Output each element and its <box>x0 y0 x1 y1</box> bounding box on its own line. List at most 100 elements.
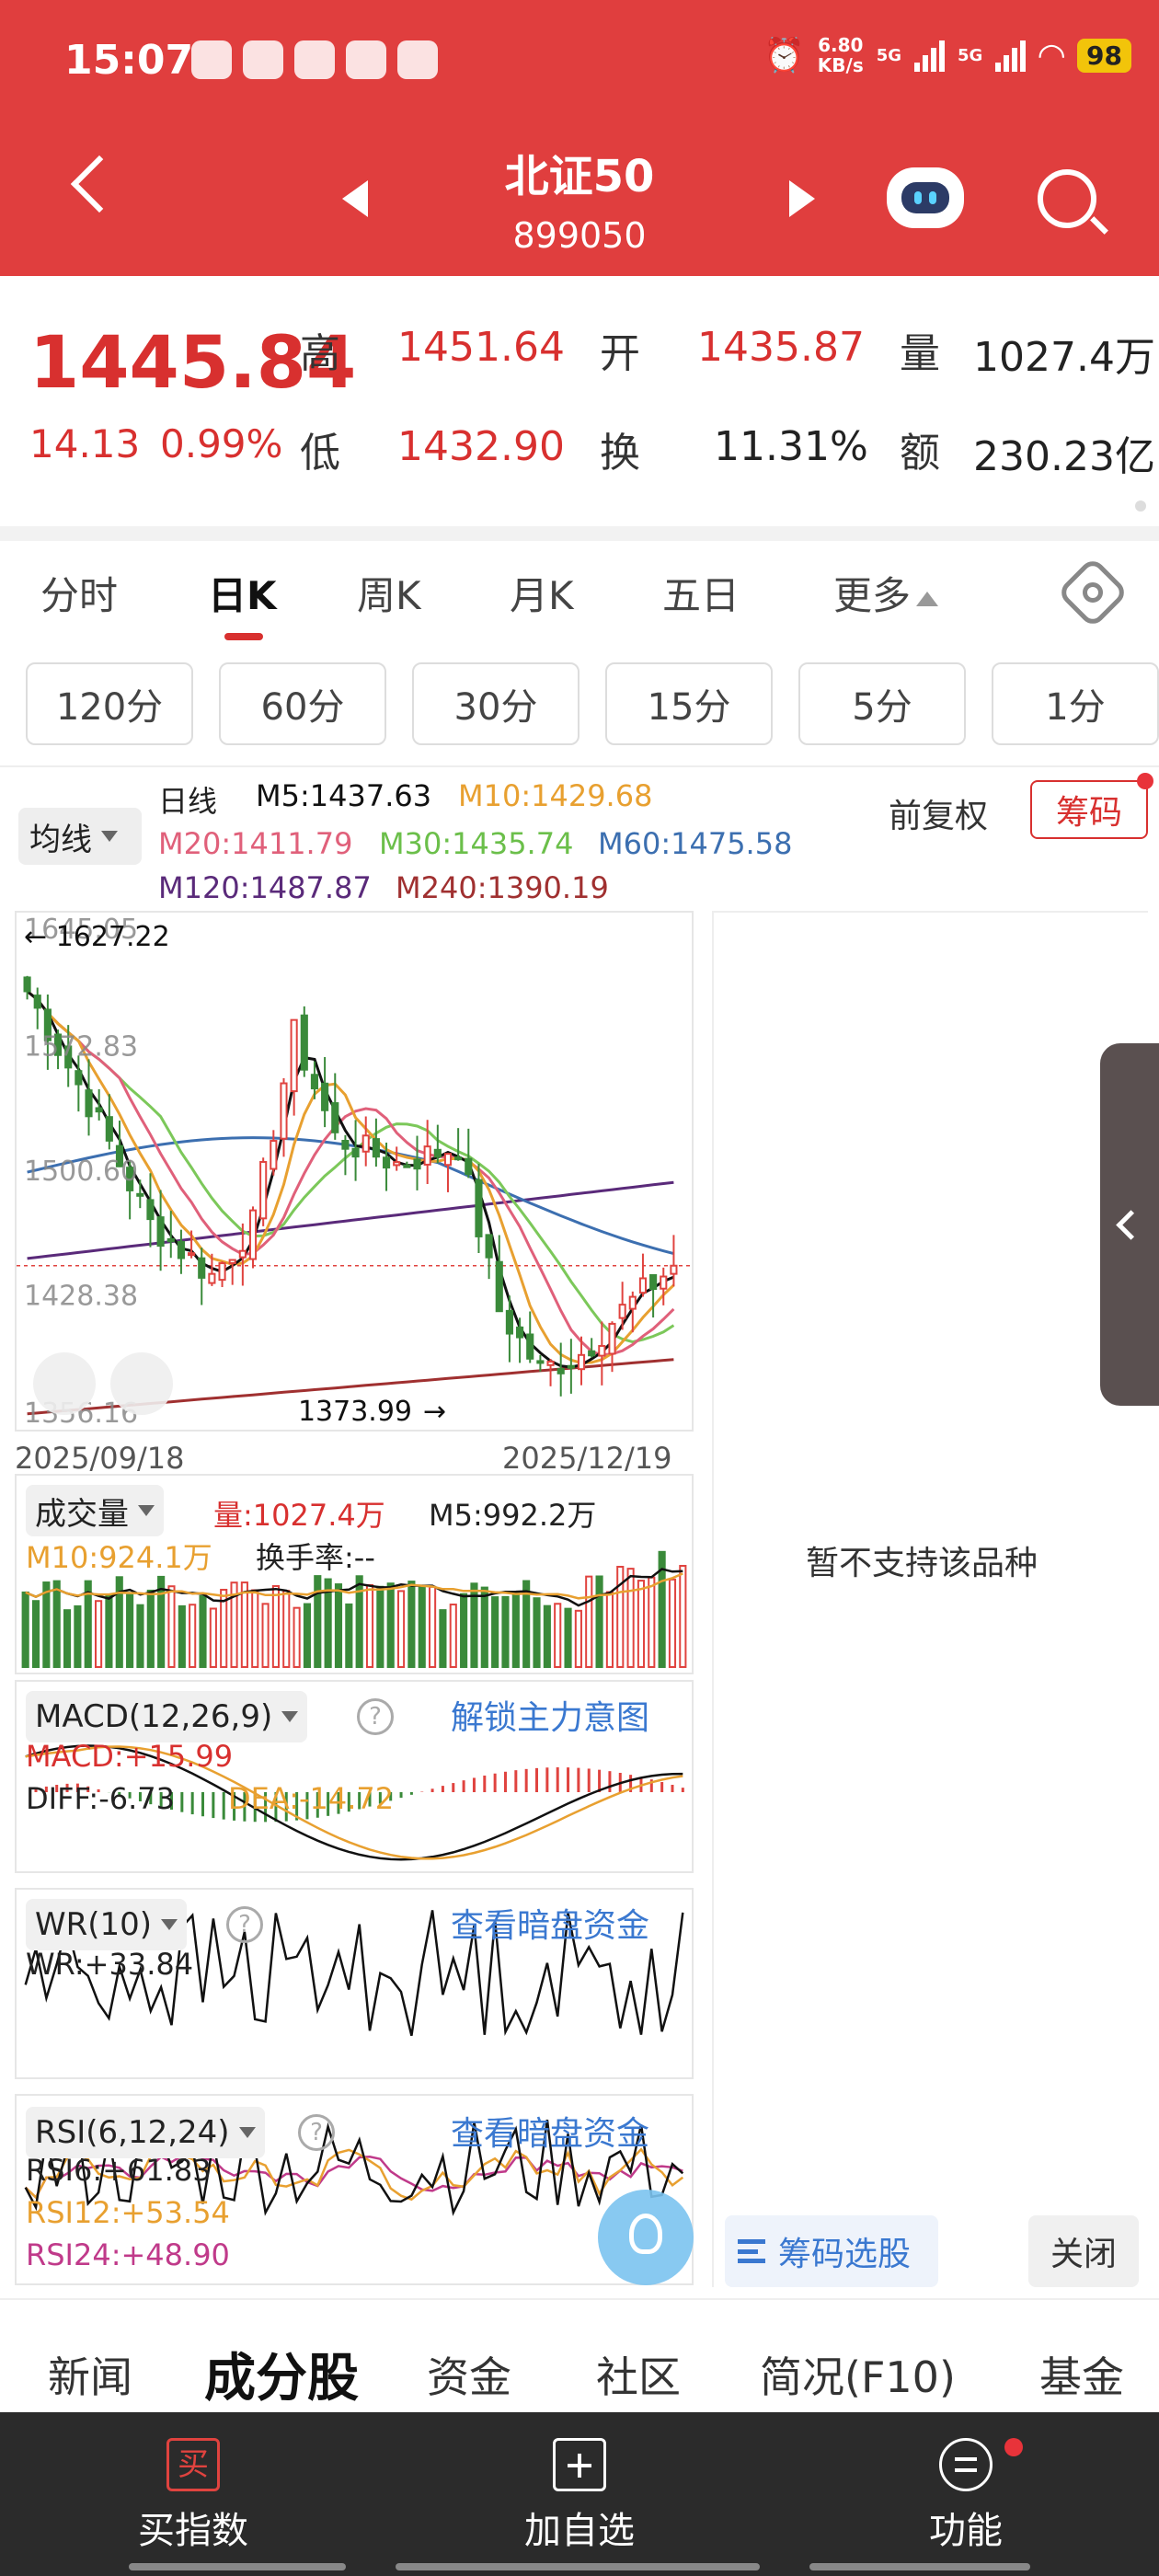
robot-assistant-icon[interactable] <box>887 167 964 228</box>
candle-body <box>156 1216 165 1248</box>
low-annotation: 1373.99 <box>298 1396 412 1428</box>
bird-icon <box>294 40 335 79</box>
settings-icon[interactable] <box>1056 556 1130 629</box>
menu-icon <box>939 2438 993 2491</box>
tab-timeshare[interactable]: 分时 <box>40 565 118 621</box>
active-tab-indicator <box>224 633 263 640</box>
close-button[interactable]: 关闭 <box>1028 2215 1139 2287</box>
chip-button[interactable]: 筹码 <box>1030 780 1148 839</box>
volume-bar <box>668 1578 677 1668</box>
tab-monthly-k[interactable]: 月K <box>510 565 574 621</box>
candle-body <box>372 1138 380 1158</box>
macd-selector[interactable]: MACD(12,26,9) <box>26 1691 308 1742</box>
candle-body <box>505 1309 513 1335</box>
candle-body <box>228 1259 236 1264</box>
page-title: 北证50 <box>504 151 655 202</box>
volume-bar <box>271 1584 280 1668</box>
volume-bar <box>189 1604 197 1668</box>
candle-body <box>454 1156 463 1161</box>
candle-body <box>290 1018 298 1093</box>
candle-body <box>382 1156 391 1169</box>
period-120min[interactable]: 120分 <box>26 662 193 745</box>
volume-selector-label: 成交量 <box>35 1495 129 1533</box>
dropdown-icon <box>238 2127 256 2138</box>
ma-selector[interactable]: 均线 <box>18 808 142 865</box>
tab-daily-k[interactable]: 日K <box>208 565 277 621</box>
volume-bar <box>595 1575 603 1668</box>
network-label-1: 5G <box>876 45 902 65</box>
volume-value-label: 量:1027.4万 <box>213 1498 385 1533</box>
btab-funds[interactable]: 资金 <box>427 2344 511 2405</box>
candle-body <box>618 1304 626 1319</box>
back-arrow-icon[interactable] <box>70 155 129 213</box>
wifi-icon: ◠ <box>1039 36 1065 75</box>
tab-five-day[interactable]: 五日 <box>662 565 740 621</box>
btab-community[interactable]: 社区 <box>596 2344 681 2405</box>
candle-body <box>259 1160 268 1220</box>
volume-bar <box>407 1581 416 1668</box>
candle-body <box>23 976 31 993</box>
dark-pool-link[interactable]: 查看暗盘资金 <box>451 1899 649 1947</box>
candle-body <box>33 995 41 1009</box>
btab-fund[interactable]: 基金 <box>1039 2344 1124 2405</box>
search-icon[interactable] <box>1038 169 1096 228</box>
prev-stock-icon[interactable] <box>342 180 368 217</box>
network-label-2: 5G <box>958 45 983 65</box>
help-icon[interactable]: ? <box>357 1698 394 1735</box>
rsi6-label: RSI6:+61.83 <box>26 2153 212 2188</box>
status-bar: 15:07 ⏰ 6.80 KB/s 5G 5G ◠ 98 <box>0 0 1159 129</box>
period-30min[interactable]: 30分 <box>412 662 580 745</box>
ma20-label: M20:1411.79 <box>158 826 353 861</box>
notification-icons <box>191 40 438 79</box>
volume-bar <box>511 1592 520 1668</box>
unlock-main-intent-link[interactable]: 解锁主力意图 <box>451 1691 649 1739</box>
add-watchlist-button[interactable]: 加自选 <box>478 2438 681 2554</box>
chip-stock-picker-label: 筹码选股 <box>778 2236 912 2273</box>
rsi-selector[interactable]: RSI(6,12,24) <box>26 2107 265 2158</box>
candle-body <box>177 1240 185 1259</box>
wr-selector[interactable]: WR(10) <box>26 1899 188 1950</box>
kline-panel[interactable]: 1645.05 1572.83 1500.60 1428.38 1356.16 ← 162… <box>15 911 694 1432</box>
notification-dot <box>1137 773 1153 789</box>
period-1min[interactable]: 1分 <box>992 662 1159 745</box>
line-name: 日线 <box>158 784 218 819</box>
buy-icon: 买 <box>166 2438 220 2491</box>
next-stock-icon[interactable] <box>789 180 815 217</box>
y-tick-label: 1428.38 <box>24 1281 138 1313</box>
expand-icon <box>33 1352 96 1415</box>
period-5min[interactable]: 5分 <box>798 662 966 745</box>
buy-index-button[interactable]: 买 买指数 <box>92 2438 294 2554</box>
dea-value-label: DEA:-14.72 <box>228 1781 395 1816</box>
btab-profile[interactable]: 简况(F10) <box>760 2344 956 2405</box>
period-15min[interactable]: 15分 <box>605 662 773 745</box>
chip-stock-picker-button[interactable]: 筹码选股 <box>725 2215 938 2287</box>
rsi-selector-label: RSI(6,12,24) <box>35 2114 230 2151</box>
lightbulb-icon[interactable] <box>598 2190 694 2285</box>
header-bar: 15:07 ⏰ 6.80 KB/s 5G 5G ◠ 98 北证50 899050 <box>0 0 1159 276</box>
ma120-line <box>27 1180 674 1260</box>
volume-bar <box>376 1585 384 1668</box>
turnover-value: 11.31% <box>714 423 868 470</box>
dropdown-icon <box>281 1711 299 1722</box>
dark-pool-link-2[interactable]: 查看暗盘资金 <box>451 2107 649 2155</box>
diff-value-label: DIFF:-6.73 <box>26 1781 175 1816</box>
adjust-mode[interactable]: 前复权 <box>889 789 988 837</box>
stock-code: 899050 <box>512 215 647 256</box>
tab-more[interactable]: 更多 <box>833 565 939 621</box>
candle-body <box>208 1272 216 1284</box>
ma10-label: M10:1429.68 <box>458 778 653 813</box>
volume-bar <box>293 1606 301 1668</box>
volume-selector[interactable]: 成交量 <box>26 1485 164 1536</box>
help-icon[interactable]: ? <box>226 1906 263 1943</box>
volume-bar <box>251 1589 259 1668</box>
btab-constituents[interactable]: 成分股 <box>204 2337 359 2411</box>
btab-news[interactable]: 新闻 <box>48 2344 132 2405</box>
ma120-label: M120:1487.87 <box>158 870 372 905</box>
tab-weekly-k[interactable]: 周K <box>357 565 421 621</box>
period-60min[interactable]: 60分 <box>219 662 386 745</box>
side-drawer-handle[interactable] <box>1100 1043 1159 1406</box>
help-icon[interactable]: ? <box>298 2114 335 2151</box>
candle-body <box>536 1360 545 1364</box>
function-button[interactable]: 功能 <box>865 2438 1067 2554</box>
date-start: 2025/09/18 <box>15 1441 185 1476</box>
